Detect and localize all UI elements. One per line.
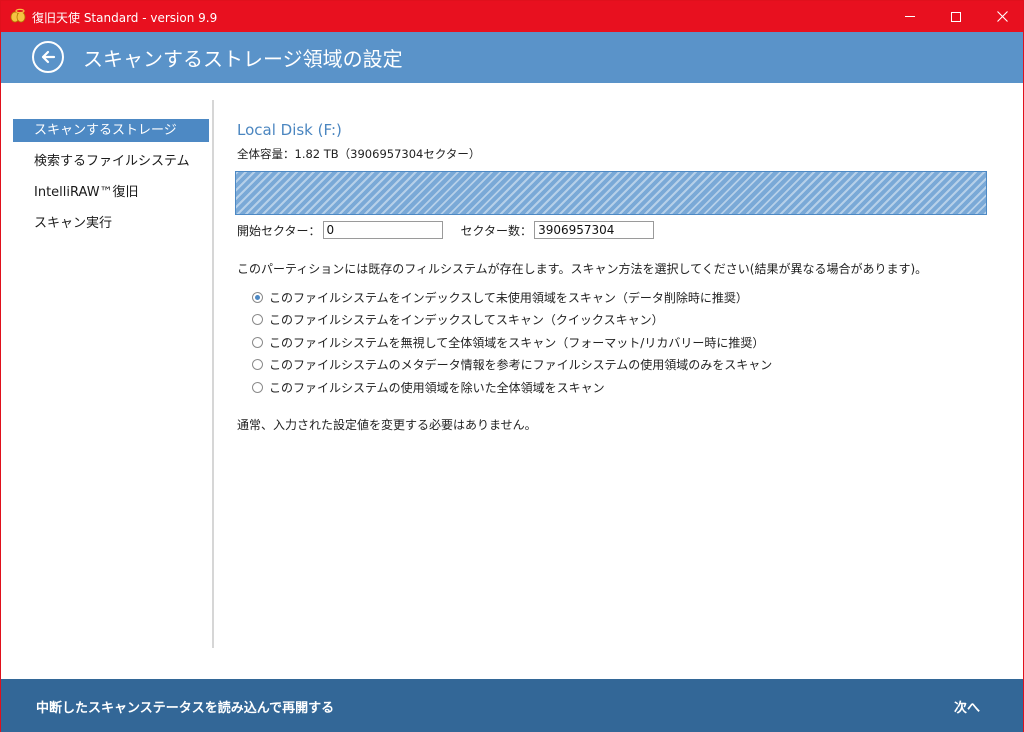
- sidebar-nav: スキャンするストレージ 検索するファイルシステム IntelliRAW™復旧 ス…: [13, 119, 209, 243]
- start-sector-input[interactable]: [322, 221, 443, 239]
- scan-option-exclude-used[interactable]: このファイルシステムの使用領域を除いた全体領域をスキャン: [252, 376, 989, 399]
- settings-note: 通常、入力された設定値を変更する必要はありません。: [237, 417, 537, 432]
- back-button[interactable]: [32, 41, 64, 73]
- sector-range-row: 開始セクター： セクター数：: [237, 221, 989, 239]
- radio-icon[interactable]: [252, 336, 263, 348]
- disk-title: Local Disk (F:): [237, 121, 342, 139]
- angel-app-icon: [10, 8, 26, 24]
- maximize-icon: [951, 11, 961, 22]
- scan-option-full-area[interactable]: このファイルシステムを無視して全体領域をスキャン（フォーマット/リカバリー時に推…: [252, 331, 989, 354]
- scan-option-label: このファイルシステムの使用領域を除いた全体領域をスキャン: [269, 380, 605, 395]
- back-arrow-icon: [41, 50, 56, 64]
- sidebar-item-run-scan[interactable]: スキャン実行: [13, 212, 209, 235]
- radio-icon[interactable]: [252, 359, 263, 371]
- resume-scan-link[interactable]: 中断したスキャンステータスを読み込んで再開する: [36, 697, 334, 716]
- disk-region-bar[interactable]: [235, 171, 987, 215]
- sidebar-item-intelliraw[interactable]: IntelliRAW™復旧: [13, 181, 209, 204]
- close-button[interactable]: [979, 1, 1024, 32]
- sidebar-item-file-system[interactable]: 検索するファイルシステム: [13, 150, 209, 173]
- scan-option-label: このファイルシステムをインデックスしてスキャン（クイックスキャン）: [269, 313, 664, 328]
- minimize-button[interactable]: [887, 1, 933, 32]
- disk-capacity: 全体容量：1.82 TB（3906957304セクター）: [237, 147, 481, 161]
- scan-option-label: このファイルシステムをインデックスして未使用領域をスキャン（データ削除時に推奨）: [269, 290, 748, 305]
- scan-option-metadata-used[interactable]: このファイルシステムのメタデータ情報を参考にファイルシステムの使用領域のみをスキ…: [252, 354, 989, 377]
- radio-icon[interactable]: [252, 314, 263, 326]
- scan-method-options: このファイルシステムをインデックスして未使用領域をスキャン（データ削除時に推奨）…: [252, 286, 989, 399]
- scan-method-description: このパーティションには既存のフィルシステムが存在します。スキャン方法を選択してく…: [237, 262, 928, 276]
- app-window: 復旧天使 Standard - version 9.9 スキャンするストレージ領…: [0, 0, 1024, 732]
- title-bar[interactable]: 復旧天使 Standard - version 9.9: [1, 1, 1023, 32]
- sidebar-divider: [212, 100, 214, 648]
- radio-checked-icon[interactable]: [252, 291, 263, 303]
- page-title: スキャンするストレージ領域の設定: [83, 47, 403, 71]
- maximize-button[interactable]: [933, 1, 979, 32]
- scan-option-label: このファイルシステムを無視して全体領域をスキャン（フォーマット/リカバリー時に推…: [269, 335, 765, 350]
- scan-option-quick-scan[interactable]: このファイルシステムをインデックスしてスキャン（クイックスキャン）: [252, 309, 989, 332]
- sector-count-label: セクター数：: [460, 223, 533, 238]
- sidebar-item-scan-storage[interactable]: スキャンするストレージ: [13, 119, 209, 142]
- footer-bar: 中断したスキャンステータスを読み込んで再開する 次へ: [1, 679, 1023, 732]
- sector-count-input[interactable]: [534, 221, 655, 239]
- next-button[interactable]: 次へ: [954, 697, 980, 716]
- close-icon: [996, 11, 1008, 22]
- minimize-icon: [905, 16, 915, 17]
- page-header: スキャンするストレージ領域の設定: [1, 32, 1023, 83]
- scan-option-label: このファイルシステムのメタデータ情報を参考にファイルシステムの使用領域のみをスキ…: [269, 358, 773, 373]
- window-title: 復旧天使 Standard - version 9.9: [32, 11, 218, 25]
- radio-icon[interactable]: [252, 381, 263, 393]
- main-content: Local Disk (F:) 全体容量：1.82 TB（3906957304セ…: [235, 119, 989, 433]
- start-sector-label: 開始セクター：: [237, 223, 321, 238]
- scan-option-index-unused[interactable]: このファイルシステムをインデックスして未使用領域をスキャン（データ削除時に推奨）: [252, 286, 989, 309]
